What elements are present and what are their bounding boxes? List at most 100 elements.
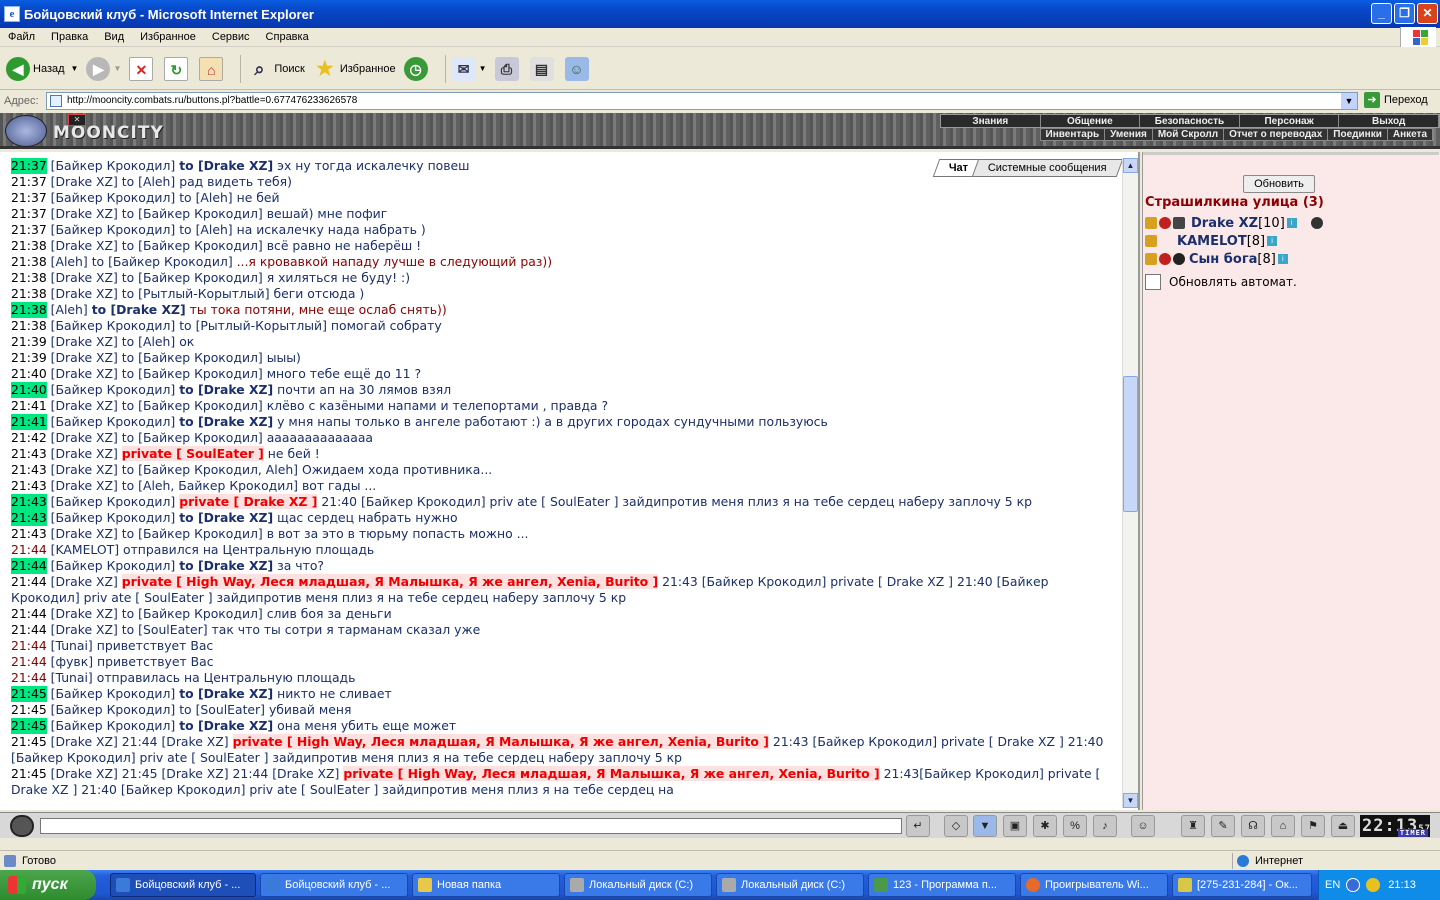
message-recipient[interactable]: to [Байкер Крокодил]: [122, 238, 263, 253]
message-time[interactable]: 21:38: [11, 286, 47, 302]
action-button-1[interactable]: ♜: [1181, 815, 1205, 837]
user-entry[interactable]: Drake XZ [10] i: [1145, 214, 1325, 232]
mail-button[interactable]: ✉ ▼: [451, 56, 487, 81]
message-nick[interactable]: [Drake XZ]: [51, 766, 118, 781]
message-time[interactable]: 21:43: [11, 478, 47, 494]
message-time[interactable]: 21:41: [11, 398, 47, 414]
message-recipient[interactable]: to [Drake XZ]: [179, 414, 273, 429]
tab-system-messages[interactable]: Системные сообщения: [972, 159, 1124, 177]
message-nick[interactable]: [Drake XZ]: [51, 478, 118, 493]
message-recipient[interactable]: to [Байкер Крокодил]: [122, 606, 263, 621]
tray-arrow-icon[interactable]: [1346, 878, 1361, 892]
nav-security[interactable]: Безопасность: [1140, 115, 1240, 127]
message-time[interactable]: 21:44: [11, 606, 47, 622]
message-nick[interactable]: [Байкер Крокодил]: [51, 382, 176, 397]
translit-button[interactable]: %: [1063, 815, 1087, 837]
message-nick[interactable]: [Drake XZ]: [51, 574, 118, 589]
message-nick[interactable]: [Байкер Крокодил]: [51, 494, 176, 509]
user-entry[interactable]: KAMELOT [8] i: [1145, 232, 1278, 250]
send-button[interactable]: ↵: [906, 815, 930, 837]
message-time[interactable]: 21:44: [11, 558, 47, 574]
menu-view[interactable]: Вид: [96, 31, 132, 43]
forward-dropdown-icon[interactable]: ▼: [113, 64, 121, 73]
message-nick[interactable]: [Drake XZ]: [51, 286, 118, 301]
message-recipient[interactable]: to [Drake XZ]: [179, 382, 273, 397]
message-nick[interactable]: [Байкер Крокодил]: [51, 414, 176, 429]
message-recipient[interactable]: to [Aleh]: [122, 334, 175, 349]
message-recipient[interactable]: to [Байкер Крокодил]: [122, 270, 263, 285]
taskbar-item[interactable]: Проигрыватель Wi...: [1020, 873, 1168, 897]
message-time[interactable]: 21:39: [11, 334, 47, 350]
edit-button[interactable]: ▤: [529, 56, 557, 81]
message-nick[interactable]: [Drake XZ]: [51, 430, 118, 445]
taskbar-item[interactable]: Локальный диск (C:): [716, 873, 864, 897]
message-recipient[interactable]: to [Байкер Крокодил]: [122, 430, 263, 445]
chat-scrollbar[interactable]: ▲ ▼: [1122, 158, 1138, 808]
message-nick[interactable]: [Drake XZ]: [51, 238, 118, 253]
message-time[interactable]: 21:43: [11, 462, 47, 478]
message-time[interactable]: 21:43: [11, 494, 47, 510]
room-scrollbar[interactable]: [1143, 152, 1439, 155]
message-nick[interactable]: [Drake XZ]: [51, 446, 118, 461]
message-recipient[interactable]: to [Рытлый-Корытлый]: [122, 286, 270, 301]
taskbar-item[interactable]: Новая папка: [412, 873, 560, 897]
message-time[interactable]: 21:37: [11, 222, 47, 238]
action-button-4[interactable]: ⌂: [1271, 815, 1295, 837]
message-time[interactable]: 21:39: [11, 350, 47, 366]
subnav-inventory[interactable]: Инвентарь: [1041, 129, 1106, 140]
subnav-scroll[interactable]: Мой Скролл: [1153, 129, 1225, 140]
message-time[interactable]: 21:37: [11, 190, 47, 206]
favorites-button[interactable]: ★ Избранное: [313, 57, 396, 81]
message-time[interactable]: 21:44: [11, 654, 47, 670]
message-private[interactable]: private [ Drake XZ ]: [179, 494, 318, 509]
message-recipient[interactable]: to [Байкер Крокодил]: [122, 398, 263, 413]
chat-input[interactable]: [40, 818, 902, 834]
message-private[interactable]: private [ High Way, Леся младшая, Я Малы…: [121, 574, 659, 589]
message-private[interactable]: private [ High Way, Леся младшая, Я Малы…: [232, 734, 769, 749]
scroll-down-icon[interactable]: ▼: [1123, 793, 1138, 808]
message-private[interactable]: private [ High Way, Леся младшая, Я Малы…: [343, 766, 880, 781]
message-recipient[interactable]: to [Drake XZ]: [92, 302, 186, 317]
scroll-thumb[interactable]: [1123, 376, 1138, 512]
nav-communication[interactable]: Общение: [1041, 115, 1141, 127]
refresh-button[interactable]: ↻: [164, 56, 191, 81]
message-nick[interactable]: [Drake XZ]: [51, 270, 118, 285]
message-time[interactable]: 21:42: [11, 430, 47, 446]
message-time[interactable]: 21:44: [11, 542, 47, 558]
menu-file[interactable]: Файл: [0, 31, 43, 43]
message-time[interactable]: 21:45: [11, 686, 47, 702]
message-nick[interactable]: [Байкер Крокодил]: [51, 686, 176, 701]
taskbar-item[interactable]: [275-231-284] - Ок...: [1172, 873, 1312, 897]
message-time[interactable]: 21:40: [11, 382, 47, 398]
sound-button[interactable]: ♪: [1093, 815, 1117, 837]
forward-button[interactable]: ▶ ▼: [86, 56, 121, 81]
user-entry[interactable]: Сын бога [8] i: [1145, 250, 1288, 268]
user-name[interactable]: Сын бога: [1189, 252, 1257, 267]
menu-favorites[interactable]: Избранное: [132, 31, 204, 43]
message-nick[interactable]: [Байкер Крокодил]: [51, 702, 176, 717]
message-time[interactable]: 21:41: [11, 414, 47, 430]
message-time[interactable]: 21:38: [11, 238, 47, 254]
message-nick[interactable]: [Байкер Крокодил]: [51, 718, 176, 733]
user-name[interactable]: KAMELOT: [1177, 234, 1247, 249]
message-nick[interactable]: [Aleh]: [51, 302, 88, 317]
message-nick[interactable]: [Drake XZ]: [51, 398, 118, 413]
subnav-transfers[interactable]: Отчет о переводах: [1224, 129, 1329, 140]
message-nick[interactable]: [Байкер Крокодил]: [51, 190, 176, 205]
save-log-button[interactable]: ▣: [1003, 815, 1027, 837]
info-icon[interactable]: i: [1277, 254, 1288, 264]
clear-button[interactable]: ◇: [944, 815, 968, 837]
smiles-button[interactable]: ☺: [1131, 815, 1155, 837]
message-nick[interactable]: [Байкер Крокодил]: [51, 318, 176, 333]
menu-edit[interactable]: Правка: [43, 31, 96, 43]
search-button[interactable]: ⌕ Поиск: [247, 57, 305, 81]
back-dropdown-icon[interactable]: ▼: [71, 64, 79, 73]
chat-mode-icon[interactable]: [10, 815, 34, 837]
message-nick[interactable]: [Drake XZ]: [51, 366, 118, 381]
taskbar-item[interactable]: Бойцовский клуб - ...: [260, 873, 408, 897]
home-button[interactable]: ⌂: [199, 56, 226, 81]
message-recipient[interactable]: to [SoulEater]: [179, 702, 265, 717]
private-icon[interactable]: [1310, 217, 1323, 229]
message-recipient[interactable]: to [Aleh]: [122, 174, 175, 189]
message-nick[interactable]: [Tunai]: [51, 638, 93, 653]
